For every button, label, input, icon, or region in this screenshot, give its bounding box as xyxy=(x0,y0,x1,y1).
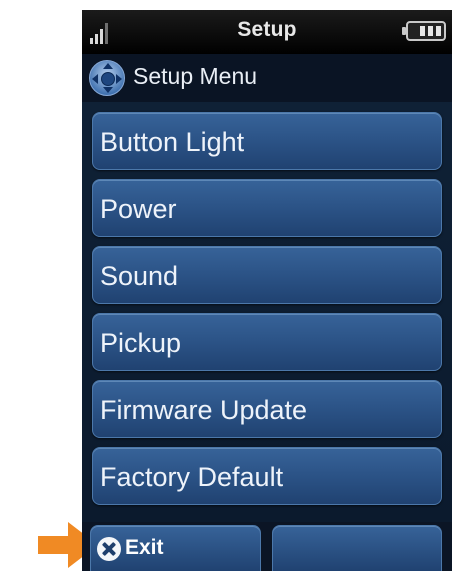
status-title: Setup xyxy=(237,18,297,41)
exit-button[interactable]: Exit xyxy=(90,525,261,571)
menu-list: Button Light Power Sound Pickup Firmware… xyxy=(82,102,452,522)
battery-icon xyxy=(402,21,446,41)
right-softkey-button[interactable] xyxy=(272,525,442,571)
menu-item-power[interactable]: Power xyxy=(92,179,442,237)
navigation-pad-icon xyxy=(89,60,125,96)
menu-header: Setup Menu xyxy=(82,54,452,102)
page: Setup Setup Menu Button Light Power Soun… xyxy=(0,0,463,571)
close-icon xyxy=(97,537,121,561)
menu-item-pickup[interactable]: Pickup xyxy=(92,313,442,371)
menu-item-factory-default[interactable]: Factory Default xyxy=(92,447,442,505)
exit-label: Exit xyxy=(125,536,164,559)
page-title: Setup Menu xyxy=(133,63,258,89)
device-screen: Setup Setup Menu Button Light Power Soun… xyxy=(82,10,452,571)
softkey-bar: Exit xyxy=(82,522,452,571)
menu-item-button-light[interactable]: Button Light xyxy=(92,112,442,170)
status-bar: Setup xyxy=(82,10,452,54)
menu-item-sound[interactable]: Sound xyxy=(92,246,442,304)
menu-item-firmware-update[interactable]: Firmware Update xyxy=(92,380,442,438)
